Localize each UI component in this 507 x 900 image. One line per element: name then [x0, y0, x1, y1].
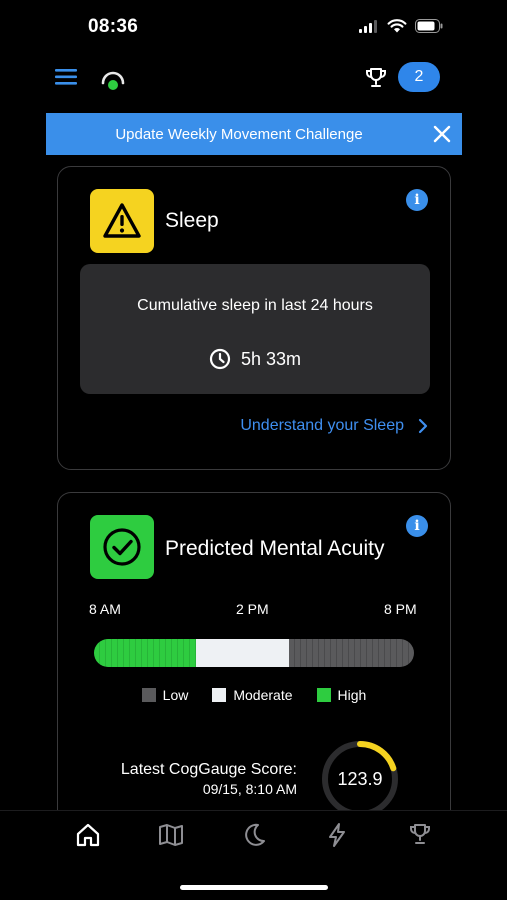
home-indicator [180, 885, 328, 890]
legend-item-high: High [316, 687, 367, 703]
clock-icon [209, 348, 231, 370]
understand-sleep-label[interactable]: Understand your Sleep [240, 417, 404, 435]
sleep-info-icon[interactable]: i [406, 189, 428, 211]
time-label-mid: 2 PM [236, 601, 269, 617]
mental-acuity-card: Predicted Mental Acuity i 8 AM 2 PM 8 PM… [57, 492, 451, 832]
challenge-banner[interactable]: Update Weekly Movement Challenge [46, 113, 462, 155]
notification-count-badge[interactable]: 2 [398, 62, 440, 92]
sleep-summary: Cumulative sleep in last 24 hours 5h 33m [80, 264, 430, 394]
acuity-legend: Low Moderate High [58, 687, 450, 703]
warning-icon [103, 203, 141, 238]
acuity-info-icon[interactable]: i [406, 515, 428, 537]
timeline-segment-moderate [196, 639, 290, 667]
timeline-segment-high [94, 639, 197, 667]
sleep-duration-row: 5h 33m [80, 348, 430, 370]
legend-swatch-high [316, 688, 331, 702]
close-icon[interactable] [422, 113, 462, 155]
status-time: 08:36 [88, 16, 139, 37]
map-icon[interactable] [157, 821, 185, 849]
menu-icon[interactable] [55, 66, 79, 88]
acuity-card-title: Predicted Mental Acuity [165, 537, 385, 560]
app-bar: 2 [0, 58, 507, 102]
chevron-right-icon[interactable] [418, 418, 428, 434]
acuity-status-tile [90, 515, 154, 579]
legend-swatch-low [141, 688, 156, 702]
legend-label-low: Low [162, 687, 189, 703]
sleep-status-tile [90, 189, 154, 253]
trophy-icon[interactable] [364, 66, 388, 90]
timeline-segment-low [289, 639, 414, 667]
lightning-icon[interactable] [323, 821, 351, 849]
coggauge-score-value: 123.9 [337, 769, 382, 789]
sleep-card: Sleep i Cumulative sleep in last 24 hour… [57, 166, 451, 470]
coggauge-score-title: Latest CogGauge Score: [120, 761, 297, 778]
check-icon [103, 528, 141, 566]
status-icons [359, 19, 443, 33]
sleep-duration: 5h 33m [240, 348, 302, 369]
home-icon[interactable] [74, 821, 102, 849]
timeline-labels: 8 AM 2 PM 8 PM [88, 601, 422, 621]
coggauge-score-label: Latest CogGauge Score: 09/15, 8:10 AM [121, 761, 297, 797]
legend-label-moderate: Moderate [233, 687, 293, 703]
status-bar: 08:36 [0, 0, 507, 56]
banner-text[interactable]: Update Weekly Movement Challenge [46, 126, 422, 143]
coggauge-score-gauge[interactable]: 123.9 [319, 738, 401, 820]
sleep-caption: Cumulative sleep in last 24 hours [137, 297, 373, 314]
understand-sleep-link[interactable]: Understand your Sleep [240, 417, 428, 435]
time-label-start: 8 AM [89, 601, 121, 617]
sleep-card-title: Sleep [165, 209, 219, 232]
signal-icon [359, 19, 377, 33]
coggauge-score-date: 09/15, 8:10 AM [202, 781, 297, 797]
trophy-tab-icon[interactable] [406, 821, 434, 849]
wifi-icon [387, 19, 407, 33]
time-label-end: 8 PM [384, 601, 417, 617]
acuity-timeline-bar [94, 639, 414, 667]
legend-swatch-moderate [212, 688, 227, 702]
app-logo-icon [99, 65, 127, 93]
moon-icon[interactable] [240, 821, 268, 849]
battery-icon [415, 19, 443, 33]
legend-label-high: High [337, 687, 367, 703]
legend-item-moderate: Moderate [212, 687, 293, 703]
legend-item-low: Low [141, 687, 189, 703]
